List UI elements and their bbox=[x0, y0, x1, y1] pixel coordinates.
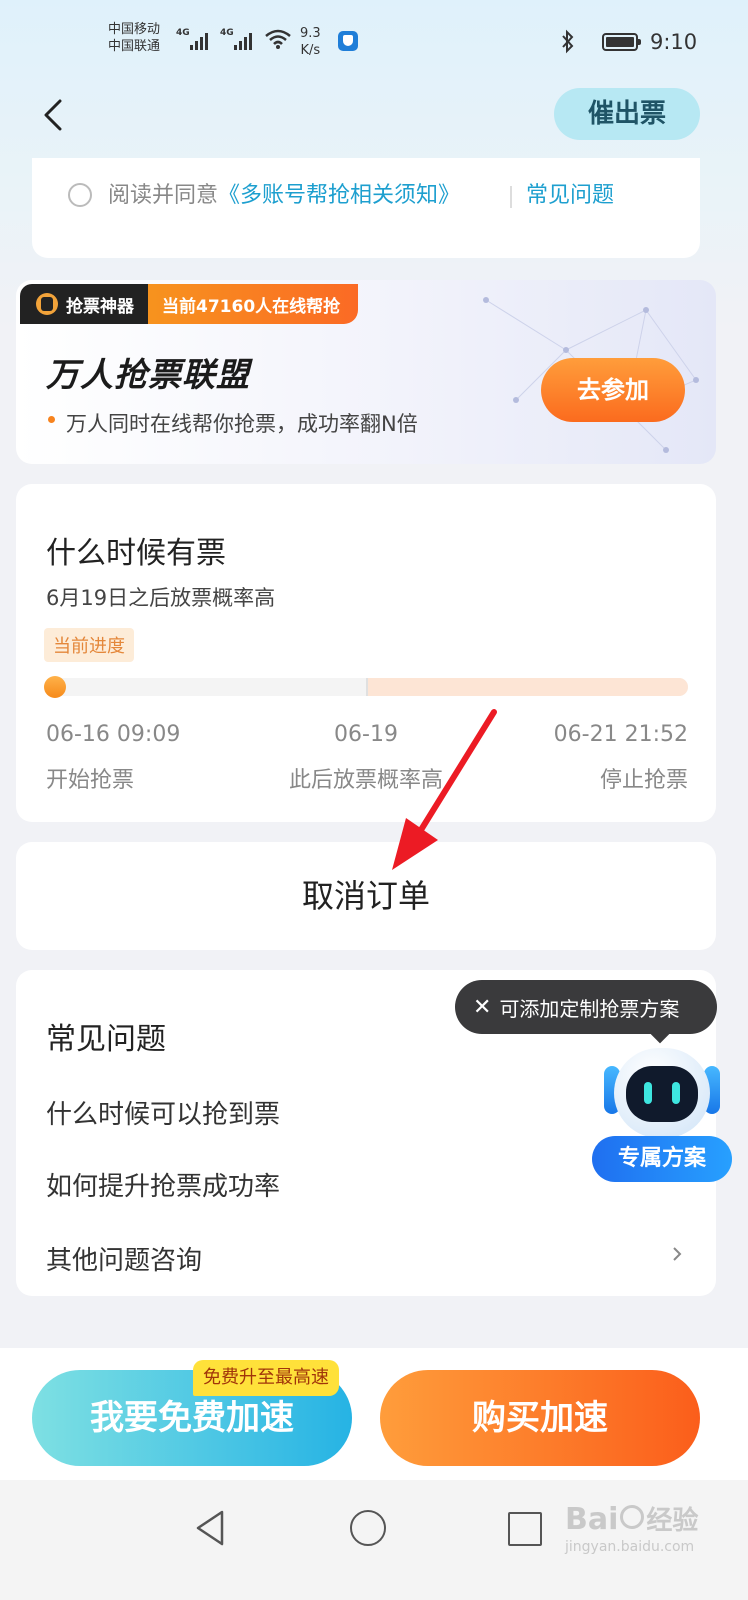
nav-home-icon[interactable] bbox=[350, 1510, 386, 1546]
divider bbox=[510, 186, 512, 208]
nav-recent-apps-icon[interactable] bbox=[508, 1512, 542, 1546]
ticket-timeline-card: 什么时候有票 6月19日之后放票概率高 当前进度 06-16 09:09 开始抢… bbox=[16, 484, 716, 822]
buy-speedup-button[interactable]: 购买加速 bbox=[380, 1370, 700, 1466]
timeline-subtitle: 6月19日之后放票概率高 bbox=[46, 586, 276, 610]
assistant-widget[interactable]: 专属方案 bbox=[592, 1038, 732, 1188]
faq-item[interactable]: 如何提升抢票成功率 bbox=[46, 1166, 280, 1203]
watermark-suffix: 经验 bbox=[646, 1506, 699, 1536]
watermark-url: jingyan.baidu.com bbox=[565, 1539, 695, 1555]
wifi-icon bbox=[265, 29, 291, 49]
watermark-brand: Bai bbox=[565, 1502, 619, 1537]
tooltip-text: 可添加定制抢票方案 bbox=[499, 996, 680, 1021]
paw-icon bbox=[620, 1505, 645, 1529]
chevron-right-icon bbox=[673, 1247, 682, 1261]
robot-eye-right bbox=[672, 1082, 680, 1104]
start-label: 开始抢票 bbox=[46, 768, 135, 793]
faq-item[interactable]: 什么时候可以抢到票 bbox=[46, 1094, 280, 1131]
battery-icon bbox=[602, 33, 641, 51]
faq-title: 常见问题 bbox=[46, 1022, 166, 1057]
banner-subtitle: 万人同时在线帮你抢票，成功率翻N倍 bbox=[66, 412, 418, 436]
carrier-2: 中国联通 bbox=[108, 39, 161, 54]
banner-title: 万人抢票联盟 bbox=[46, 355, 250, 394]
exclusive-plan-label[interactable]: 专属方案 bbox=[592, 1136, 732, 1182]
bullet bbox=[48, 416, 55, 423]
app-notification-icon bbox=[338, 31, 358, 51]
custom-plan-tooltip: ✕ 可添加定制抢票方案 bbox=[455, 980, 717, 1034]
signal-icon-2 bbox=[234, 30, 252, 50]
robot-eye-left bbox=[644, 1082, 652, 1104]
clock: 9:10 bbox=[650, 30, 698, 54]
network-type-2: 4G bbox=[220, 28, 234, 38]
progress-tag: 当前进度 bbox=[44, 628, 134, 662]
end-time: 06-21 21:52 bbox=[553, 722, 688, 747]
baidu-watermark: Bai 经验 jingyan.baidu.com bbox=[565, 1500, 698, 1555]
red-arrow-annotation bbox=[392, 709, 497, 870]
signal-icon bbox=[190, 30, 208, 50]
agreement-prefix: 阅读并同意 bbox=[108, 183, 219, 208]
bottom-action-bar: 我要免费加速 免费升至最高速 购买加速 bbox=[0, 1348, 748, 1480]
nav-back-icon[interactable] bbox=[192, 1508, 228, 1548]
progress-track bbox=[44, 678, 688, 696]
timeline-title: 什么时候有票 bbox=[46, 536, 226, 571]
end-label: 停止抢票 bbox=[599, 768, 688, 793]
agreement-card: 阅读并同意《多账号帮抢相关须知》 常见问题 bbox=[32, 158, 700, 258]
ticket-alliance-banner: 抢票神器 当前47160人在线帮抢 万人抢票联盟 万人同时在线帮你抢票，成功率翻… bbox=[16, 280, 716, 464]
high-probability-range bbox=[366, 678, 688, 696]
online-count: 当前47160人在线帮抢 bbox=[148, 284, 359, 324]
net-speed-unit: K/s bbox=[300, 43, 321, 58]
robot-face bbox=[626, 1066, 698, 1122]
join-button[interactable]: 去参加 bbox=[541, 358, 685, 422]
progress-dot bbox=[44, 676, 66, 698]
mid-marker bbox=[366, 678, 368, 696]
net-speed-value: 9.3 bbox=[300, 26, 321, 41]
agree-checkbox[interactable] bbox=[68, 183, 92, 207]
start-time: 06-16 09:09 bbox=[46, 722, 181, 747]
faq-item[interactable]: 其他问题咨询 bbox=[46, 1240, 202, 1277]
carrier-1: 中国移动 bbox=[108, 22, 161, 37]
banner-tag: 抢票神器 当前47160人在线帮抢 bbox=[20, 284, 359, 324]
network-type-1: 4G bbox=[176, 28, 190, 38]
urge-ticket-button[interactable]: 催出票 bbox=[554, 88, 700, 140]
agreement-link[interactable]: 《多账号帮抢相关须知》 bbox=[218, 183, 460, 208]
back-arrow-icon[interactable] bbox=[40, 98, 66, 132]
lightning-icon bbox=[36, 293, 58, 315]
bluetooth-icon bbox=[562, 29, 574, 54]
faq-link[interactable]: 常见问题 bbox=[526, 180, 614, 212]
banner-badge: 抢票神器 bbox=[66, 296, 134, 317]
close-icon[interactable]: ✕ bbox=[473, 995, 491, 1020]
cancel-order-button[interactable]: 取消订单 bbox=[16, 842, 716, 950]
free-upgrade-badge: 免费升至最高速 bbox=[193, 1360, 339, 1396]
